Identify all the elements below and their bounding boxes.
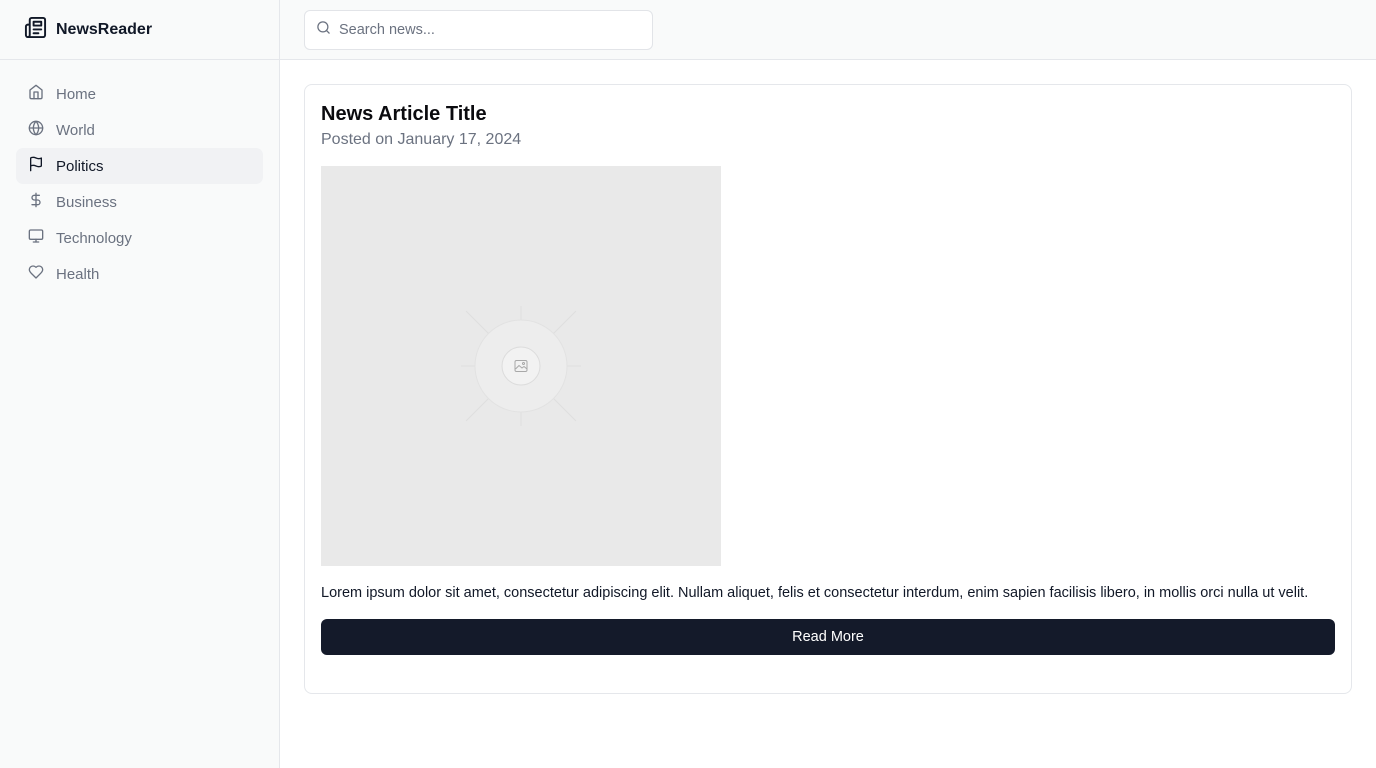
search-box[interactable]	[304, 9, 653, 50]
search-icon	[316, 20, 331, 40]
read-more-button[interactable]: Read More	[321, 619, 1335, 655]
article-title: News Article Title	[321, 103, 487, 125]
sidebar-item-politics[interactable]: Politics	[16, 148, 263, 184]
sidebar-item-label: Business	[56, 193, 117, 211]
article-card: News Article Title Posted on January 17,…	[304, 84, 1352, 694]
article-body: Lorem ipsum dolor sit amet, consectetur …	[321, 585, 1309, 601]
sidebar-item-world[interactable]: World	[16, 112, 263, 148]
sidebar-item-label: Health	[56, 265, 100, 283]
sidebar-item-business[interactable]: Business	[16, 184, 263, 220]
main-area: News Article Title Posted on January 17,…	[280, 0, 1376, 768]
dollar-icon	[28, 192, 44, 212]
sidebar-item-technology[interactable]: Technology	[16, 220, 263, 256]
monitor-icon	[28, 228, 44, 248]
brand-name: NewsReader	[56, 20, 153, 38]
brand[interactable]: NewsReader	[0, 0, 279, 60]
heart-icon	[28, 264, 44, 284]
newspaper-icon	[24, 16, 47, 44]
globe-icon	[28, 120, 44, 140]
sidebar-item-label: Politics	[56, 157, 104, 175]
top-bar	[280, 0, 1376, 60]
search-input[interactable]	[339, 21, 629, 38]
image-placeholder-icon	[461, 306, 581, 426]
flag-icon	[28, 156, 44, 176]
sidebar: NewsReader Home World Politics Business …	[0, 0, 280, 768]
sidebar-item-label: Technology	[56, 229, 132, 247]
sidebar-item-label: World	[56, 121, 95, 139]
app: NewsReader Home World Politics Business …	[0, 0, 1376, 768]
article-date: Posted on January 17, 2024	[321, 131, 522, 148]
nav-menu: Home World Politics Business Technology …	[0, 60, 279, 308]
sidebar-item-label: Home	[56, 85, 97, 103]
content: News Article Title Posted on January 17,…	[280, 60, 1376, 718]
article-image-placeholder	[321, 166, 721, 566]
sidebar-item-health[interactable]: Health	[16, 256, 263, 292]
sidebar-item-home[interactable]: Home	[16, 76, 263, 112]
home-icon	[28, 84, 44, 104]
